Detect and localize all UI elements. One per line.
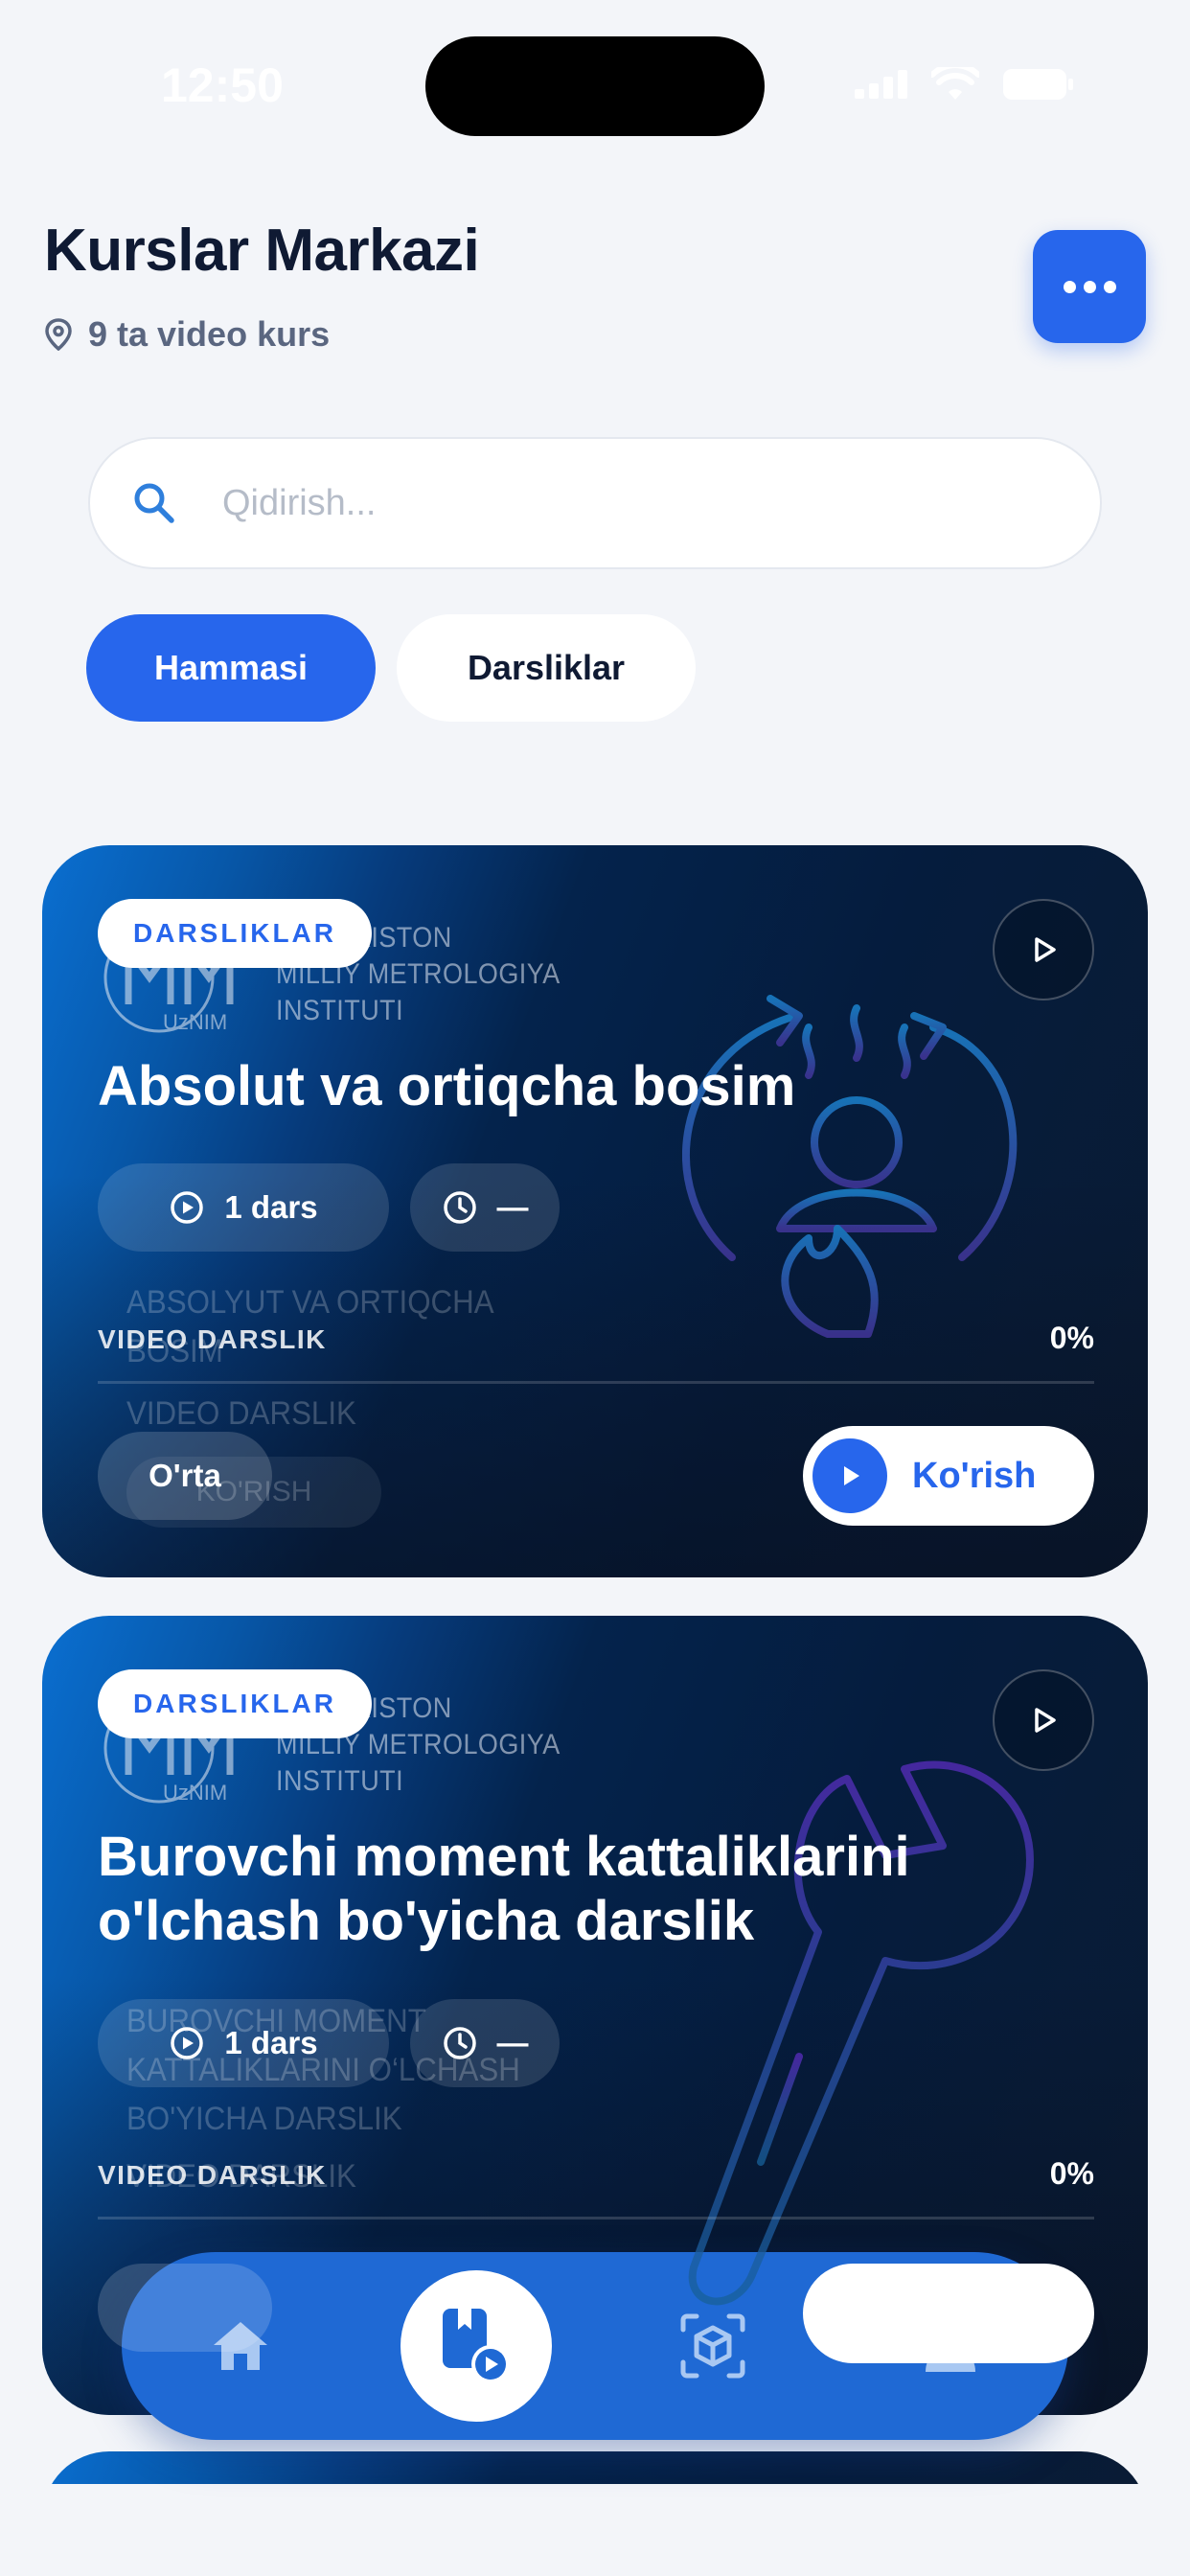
watch-button-label: Ko'rish (912, 1455, 1037, 1496)
level-badge: O'rta (98, 1432, 272, 1520)
course-card[interactable]: UzNIM O'ZBEKISTON MILLIY METROLOGIYA INS… (42, 845, 1148, 1577)
dynamic-island (425, 36, 765, 136)
status-icons (855, 67, 1075, 102)
play-preview-button[interactable] (993, 899, 1094, 1000)
play-circle-icon (171, 1191, 204, 1224)
category-badge: DARSLIKLAR (98, 1669, 372, 1738)
institute-name-line: INSTITUTI (276, 1765, 404, 1797)
course-title: Burovchi moment kattaliklarini o'lchash … (98, 1826, 910, 1952)
pressure-icon (682, 995, 1018, 1338)
duration-value: — (496, 1189, 529, 1225)
play-preview-button[interactable] (993, 1669, 1094, 1771)
search-input[interactable] (222, 482, 989, 524)
lessons-count: 1 dars (224, 2025, 318, 2060)
type-label: VIDEO DARSLIK (98, 1324, 327, 1354)
more-dot (1103, 280, 1116, 293)
signal-icon (855, 70, 907, 99)
play-circle-icon (171, 2027, 204, 2059)
bottom-safe-area (0, 2484, 1190, 2576)
status-time: 12:50 (161, 58, 284, 112)
video-book-icon (443, 2309, 510, 2383)
watch-button[interactable] (803, 2264, 1094, 2363)
more-menu-button[interactable] (1033, 230, 1146, 343)
level-badge (98, 2264, 272, 2352)
nav-courses[interactable] (400, 2270, 552, 2422)
search-bar (88, 437, 1102, 569)
course-title: Absolut va ortiqcha bosim (98, 1055, 796, 1117)
search-icon (134, 483, 174, 523)
course-count: 9 ta video kurs (44, 314, 330, 355)
location-pin-icon (45, 318, 72, 351)
progress-track (98, 1381, 1094, 1384)
duration-value: — (496, 2025, 529, 2060)
filter-chip-all[interactable]: Hammasi (86, 614, 376, 722)
lessons-pill: 1 dars (98, 1999, 389, 2087)
play-icon (1035, 1708, 1056, 1733)
play-icon (812, 1438, 887, 1513)
type-label: VIDEO DARSLIK (98, 2160, 327, 2190)
clock-icon (443, 2027, 476, 2059)
more-dots-icon (1063, 280, 1076, 293)
clock-icon (443, 1191, 476, 1224)
more-dot (1083, 280, 1096, 293)
category-badge: DARSLIKLAR (98, 899, 372, 968)
institute-name-line: INSTITUTI (276, 995, 404, 1026)
institute-monogram: UzNIM (163, 1010, 227, 1034)
lessons-count: 1 dars (224, 1189, 318, 1225)
page-title: Kurslar Markazi (44, 218, 480, 284)
progress-track (98, 2217, 1094, 2220)
lessons-pill: 1 dars (98, 1163, 389, 1252)
progress-percent: 0% (1049, 2156, 1094, 2191)
filter-chip-textbooks[interactable]: Darsliklar (397, 614, 696, 722)
wifi-icon (931, 67, 979, 100)
duration-pill: — (410, 1999, 560, 2087)
play-icon (1035, 937, 1056, 962)
duration-pill: — (410, 1163, 560, 1252)
institute-monogram: UzNIM (163, 1781, 227, 1805)
battery-icon (1003, 69, 1073, 100)
course-count-text: 9 ta video kurs (88, 314, 331, 354)
progress-percent: 0% (1049, 1321, 1094, 1355)
watch-button[interactable]: Ko'rish (803, 1426, 1094, 1526)
